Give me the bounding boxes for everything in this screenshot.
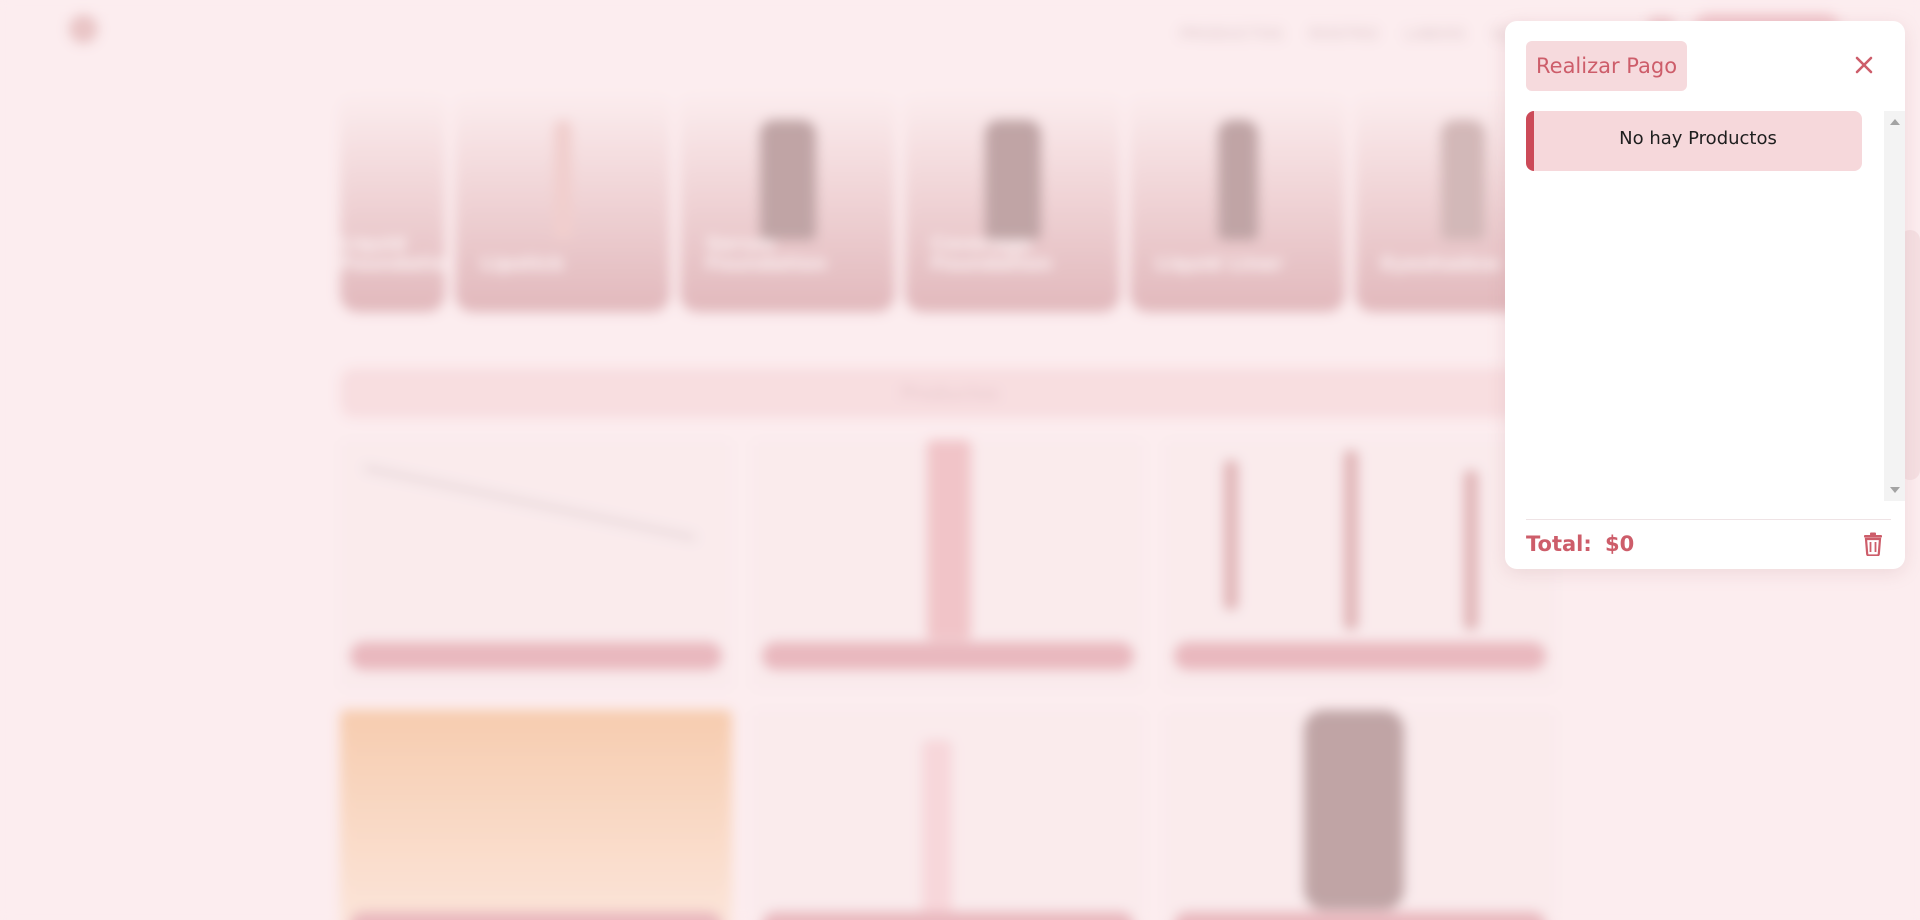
cart-panel: Realizar Pago No hay Productos Total: $0 xyxy=(1505,21,1905,569)
total-label: Total: xyxy=(1526,532,1592,556)
total-value: $0 xyxy=(1605,532,1635,556)
close-icon xyxy=(1854,55,1874,78)
cart-scrollbar[interactable] xyxy=(1884,111,1905,501)
cart-item-list[interactable]: No hay Productos xyxy=(1526,111,1905,501)
checkout-button[interactable]: Realizar Pago xyxy=(1526,41,1688,91)
scroll-down-arrow[interactable] xyxy=(1890,487,1900,493)
scroll-up-arrow[interactable] xyxy=(1890,119,1900,125)
cart-divider xyxy=(1526,519,1891,520)
close-button[interactable] xyxy=(1845,47,1883,85)
clear-cart-button[interactable] xyxy=(1859,531,1887,559)
trash-icon xyxy=(1862,532,1884,559)
empty-cart-alert: No hay Productos xyxy=(1526,111,1862,171)
